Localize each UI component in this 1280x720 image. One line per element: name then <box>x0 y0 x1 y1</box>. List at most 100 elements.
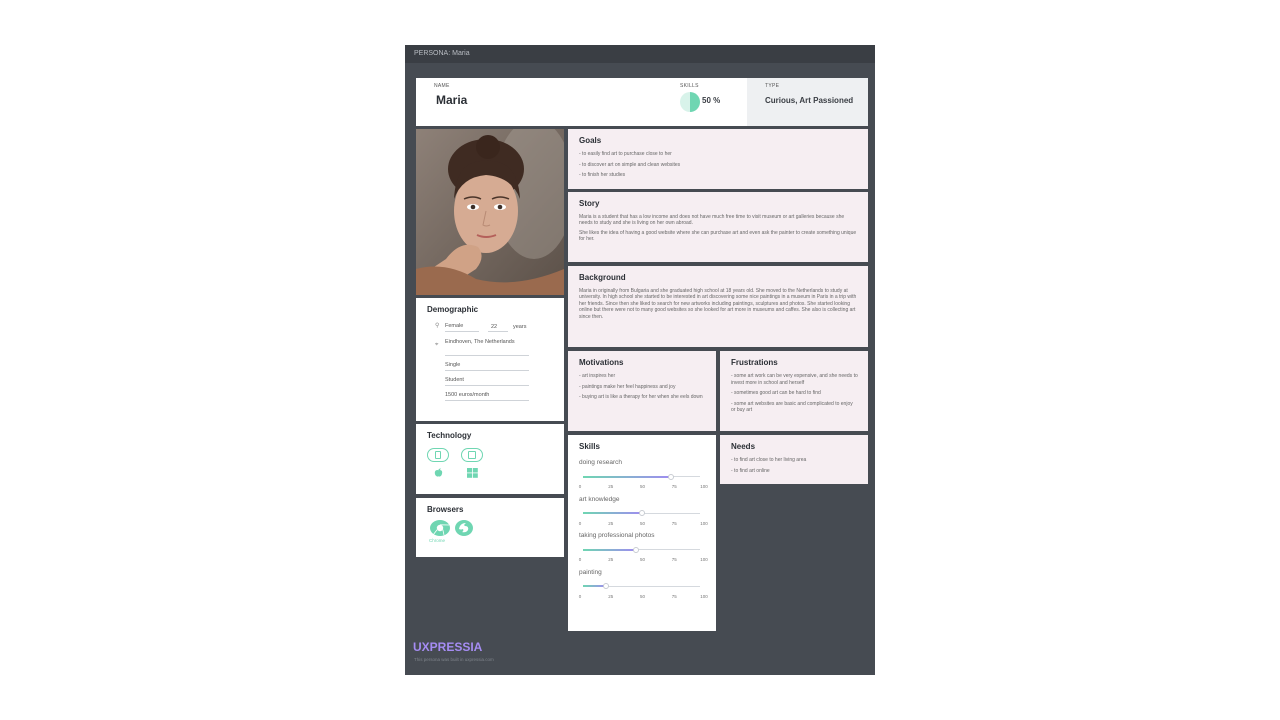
skill-scale-tick: 100 <box>700 557 708 562</box>
skill-scale: 0 25 50 75 100 <box>578 484 708 490</box>
skill-scale-tick: 0 <box>578 593 582 599</box>
location-pin-icon: ⌖ <box>435 342 439 348</box>
smartphone-icon <box>427 448 449 462</box>
skill-slider-handle[interactable] <box>632 546 639 553</box>
status-value: Single <box>445 362 461 368</box>
persona-page: PERSONA: Maria NAME Maria SKILLS 50 % TY… <box>405 45 875 675</box>
skills-summary-card: SKILLS 50 % <box>674 78 747 126</box>
income-value: 1500 euros/month <box>445 392 490 398</box>
story-text: Maria is a student that has a low income… <box>579 214 858 246</box>
skills-value: 50 % <box>702 96 721 105</box>
list-item: - to find art close to her living area <box>731 457 807 463</box>
skills-donut-icon <box>680 92 700 112</box>
skill-slider-handle[interactable] <box>603 583 610 589</box>
skill-scale-tick: 0 <box>578 520 582 526</box>
skill-scale-tick: 50 <box>639 520 646 526</box>
occupation-value: Student <box>445 377 464 383</box>
skill-slider[interactable] <box>583 473 700 480</box>
frustrations-title: Frustrations <box>731 358 778 367</box>
footer-note: This persona was built in uxpressia.com <box>414 657 494 662</box>
type-card: TYPE Curious, Art Passioned <box>747 78 868 126</box>
type-value: Curious, Art Passioned <box>765 96 854 105</box>
skill-label: art knowledge <box>579 495 620 503</box>
tablet-icon <box>461 448 483 462</box>
demographic-title: Demographic <box>427 305 479 314</box>
story-card: Story Maria is a student that has a low … <box>568 192 868 262</box>
age-value: 22 <box>491 324 498 330</box>
skill-slider-fill <box>583 512 642 514</box>
story-title: Story <box>579 199 600 208</box>
skill-scale-tick: 0 <box>578 484 582 489</box>
skill-scale-tick: 50 <box>639 484 646 489</box>
divider <box>445 385 529 386</box>
skill-scale-tick: 75 <box>671 484 677 489</box>
divider <box>488 331 508 332</box>
needs-card: Needs - to find art close to her living … <box>720 435 868 484</box>
list-item: - some art work can be very expensive, a… <box>731 373 858 386</box>
frustrations-list: - some art work can be very expensive, a… <box>731 373 858 418</box>
skill-scale-tick: 50 <box>639 557 646 562</box>
skill-scale-tick: 25 <box>608 593 614 599</box>
uxpressia-logo[interactable]: UXPRESSIA <box>413 640 482 654</box>
skill-scale-tick: 100 <box>700 520 708 526</box>
motivations-list: - art inspires her - paintings make her … <box>579 373 706 405</box>
demographic-card: Demographic ⚲ Female 22 years ⌖ Eindhove… <box>416 298 564 421</box>
skill-scale-tick: 75 <box>671 520 677 526</box>
skill-slider[interactable] <box>583 583 700 589</box>
frustrations-card: Frustrations - some art work can be very… <box>720 351 868 431</box>
needs-list: - to find art close to her living area -… <box>731 457 858 478</box>
skill-scale-tick: 25 <box>608 557 614 562</box>
skill-slider-handle[interactable] <box>667 473 674 480</box>
persona-photo <box>416 129 564 295</box>
gender-value: Female <box>445 323 464 329</box>
skill-label: taking professional photos <box>579 532 655 539</box>
divider <box>445 331 479 332</box>
list-item: - some art websites are basic and compli… <box>731 400 853 414</box>
list-item: - art inspires her <box>579 373 616 379</box>
list-item: - to easily find art to purchase close t… <box>579 151 672 157</box>
name-label: NAME <box>434 83 450 89</box>
skill-scale-tick: 75 <box>671 557 677 562</box>
skill-label: painting <box>579 568 602 576</box>
chrome-icon[interactable] <box>430 520 450 536</box>
skill-slider-fill <box>583 548 636 551</box>
firefox-icon[interactable] <box>455 520 473 536</box>
skill-scale-tick: 25 <box>608 484 614 489</box>
motivations-card: Motivations - art inspires her - paintin… <box>568 351 716 431</box>
skills-label: SKILLS <box>680 83 699 89</box>
gender-icon: ⚲ <box>435 323 440 329</box>
windows-icon <box>467 468 478 478</box>
name-card: NAME Maria <box>416 78 674 126</box>
location-value: Eindhoven, The Netherlands <box>445 339 515 345</box>
story-paragraph: She likes the idea of having a good webs… <box>579 229 857 243</box>
skill-scale-tick: 100 <box>700 484 708 489</box>
skill-scale-tick: 25 <box>608 520 614 526</box>
browsers-title: Browsers <box>427 505 464 514</box>
skill-slider[interactable] <box>583 546 700 553</box>
divider <box>445 370 529 371</box>
list-item: - buying art is like a therapy for her w… <box>579 394 703 400</box>
age-unit: years <box>513 324 527 330</box>
goals-title: Goals <box>579 136 602 145</box>
portrait-image <box>416 129 564 295</box>
skill-scale-tick: 50 <box>639 593 646 599</box>
motivations-title: Motivations <box>579 358 624 367</box>
background-text: Maria in originally from Bulgaria and sh… <box>579 288 857 320</box>
persona-name: Maria <box>436 93 468 107</box>
skill-scale: 0 25 50 75 100 <box>578 557 708 563</box>
browsers-card: Browsers Chrome <box>416 498 564 557</box>
chrome-label: Chrome <box>429 538 446 543</box>
story-paragraph: Maria is a student that has a low income… <box>579 214 845 227</box>
needs-title: Needs <box>731 442 756 451</box>
goals-card: Goals - to easily find art to purchase c… <box>568 129 868 189</box>
skills-card: Skills doing research 0 25 50 75 100 art knowl… <box>568 435 716 631</box>
skill-slider[interactable] <box>583 510 700 516</box>
list-item: - sometimes good art can be hard to find <box>731 390 821 396</box>
list-item: - to discover art on simple and clean we… <box>579 161 681 168</box>
background-title: Background <box>579 273 626 282</box>
skill-slider-handle[interactable] <box>638 510 645 516</box>
skill-scale: 0 25 50 75 100 <box>578 593 708 600</box>
technology-card: Technology <box>416 424 564 494</box>
type-label: TYPE <box>765 83 780 89</box>
skill-scale-tick: 0 <box>578 557 582 562</box>
